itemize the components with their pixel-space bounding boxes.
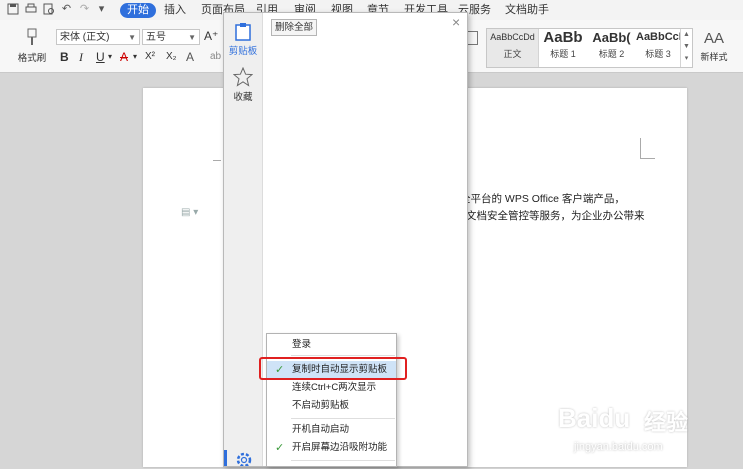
settings-gear-icon[interactable] [235,450,253,469]
clipboard-settings-menu: 登录 ✓ 复制时自动显示剪贴板 连续Ctrl+C两次显示 不启动剪贴板 开机自动… [266,333,397,467]
favorites-tab[interactable]: 收藏 [226,66,260,103]
phonetic-icon[interactable]: ab [210,50,221,64]
new-style-icon: AA [703,30,724,47]
menu-item-edge-snap[interactable]: ✓ 开启屏幕边沿吸附功能 [267,439,396,457]
menu-divider [291,418,395,419]
watermark-url: jingyan.baidu.com [574,441,663,453]
style-name: 标题 1 [550,49,576,59]
check-icon: ✓ [275,442,285,454]
menu-item-label: 开机自动启动 [292,424,350,435]
chevron-down-icon[interactable]: ▾ [133,50,137,64]
menu-item-label: 连续Ctrl+C两次显示 [292,382,377,393]
style-sample: AaBb [543,29,583,46]
active-indicator [224,450,227,466]
font-size-value: 五号 [146,32,166,43]
style-sample: AaBbCcI [636,31,680,43]
tab-insert[interactable]: 插入 [164,3,186,18]
menu-divider [291,460,395,461]
style-gallery-scroll[interactable]: ▲ ▼ ▾ [680,29,692,67]
clipboard-sidebar: 剪贴板 收藏 [224,13,263,469]
subscript-button[interactable]: X₂ [166,50,177,64]
print-icon[interactable] [24,3,37,16]
menu-item-disable-clipboard[interactable]: 不启动剪贴板 [267,397,396,415]
style-name: 标题 2 [598,49,625,59]
tab-doc-assistant[interactable]: 文档助手 [505,3,549,18]
font-size-select[interactable]: 五号 ▼ [142,29,200,45]
delete-all-button[interactable]: 删除全部 [271,19,318,36]
doc-text-line-1: 全平台的 WPS Office 客户端产品， [460,193,625,205]
style-heading-3[interactable]: AaBbCcI 标题 3 [636,29,680,67]
redo-icon[interactable]: ↷ [78,3,91,16]
style-name: 标题 3 [645,49,671,59]
clipboard-tab[interactable]: 剪贴板 [226,21,260,57]
new-style-button[interactable]: AA 新样式 [694,28,734,63]
format-painter-button[interactable]: 格式刷 [14,28,50,70]
style-gallery: AaBbCcDd 正文 AaBb 标题 1 AaBb( 标题 2 AaBbCcI… [486,28,693,68]
style-normal[interactable]: AaBbCcDd 正文 [487,29,539,67]
italic-button[interactable]: I [79,50,83,64]
style-heading-1[interactable]: AaBb 标题 1 [539,29,587,67]
watermark-suffix: 经验 [644,410,689,435]
star-icon [226,66,260,89]
clear-format-button[interactable]: A [186,50,194,64]
paragraph-options-icon[interactable]: ▤ ▾ [181,207,198,218]
brush-icon [14,28,50,50]
menu-item-launch-on-startup[interactable]: 开机自动启动 [267,421,396,439]
superscript-button[interactable]: X² [145,50,155,64]
underline-button[interactable]: U [96,50,105,64]
chevron-down-icon: ▼ [128,33,136,42]
chevron-down-icon[interactable]: ▾ [108,50,112,64]
tab-home[interactable]: 开始 [120,3,156,18]
clipboard-tab-label: 剪贴板 [228,46,258,57]
highlight-annotation [259,357,407,380]
doc-text-line-2: 文档安全管控等服务，为企业办公带来 [466,210,645,222]
favorites-tab-label: 收藏 [233,92,253,103]
margin-mark [213,160,221,161]
watermark-brand: Baidu [558,403,631,433]
menu-item-login[interactable]: 登录 [267,336,396,354]
strikethrough-button[interactable]: A [120,50,128,64]
style-sample: AaBb( [592,30,631,45]
menu-item-ctrl-c-twice[interactable]: 连续Ctrl+C两次显示 [267,379,396,397]
clipboard-icon [226,21,260,43]
undo-icon[interactable]: ↶ [60,3,73,16]
chevron-down-icon: ▼ [188,33,196,42]
bold-button[interactable]: B [60,50,69,64]
style-heading-2[interactable]: AaBb( 标题 2 [587,29,636,67]
font-name-value: 宋体 (正文) [60,32,110,43]
save-icon[interactable] [6,3,19,16]
format-painter-label: 格式刷 [17,53,47,64]
new-style-label: 新样式 [700,52,728,62]
grow-font-button[interactable]: A⁺ [204,29,218,43]
print-preview-icon[interactable] [42,3,55,16]
font-name-select[interactable]: 宋体 (正文) ▼ [56,29,140,45]
baidu-jingyan-watermark: Baidu 经验 jingyan.baidu.com [558,403,738,463]
style-sample: AaBbCcDd [490,32,535,42]
menu-item-label: 不启动剪贴板 [292,400,350,411]
customize-dropdown-icon[interactable]: ▾ [95,3,108,16]
margin-corner-mark [640,138,655,159]
menu-divider [291,355,395,356]
menu-item-label: 开启屏幕边沿吸附功能 [292,442,388,453]
close-icon[interactable]: × [452,14,460,30]
style-name: 正文 [503,49,522,59]
menu-item-label: 登录 [292,339,312,350]
